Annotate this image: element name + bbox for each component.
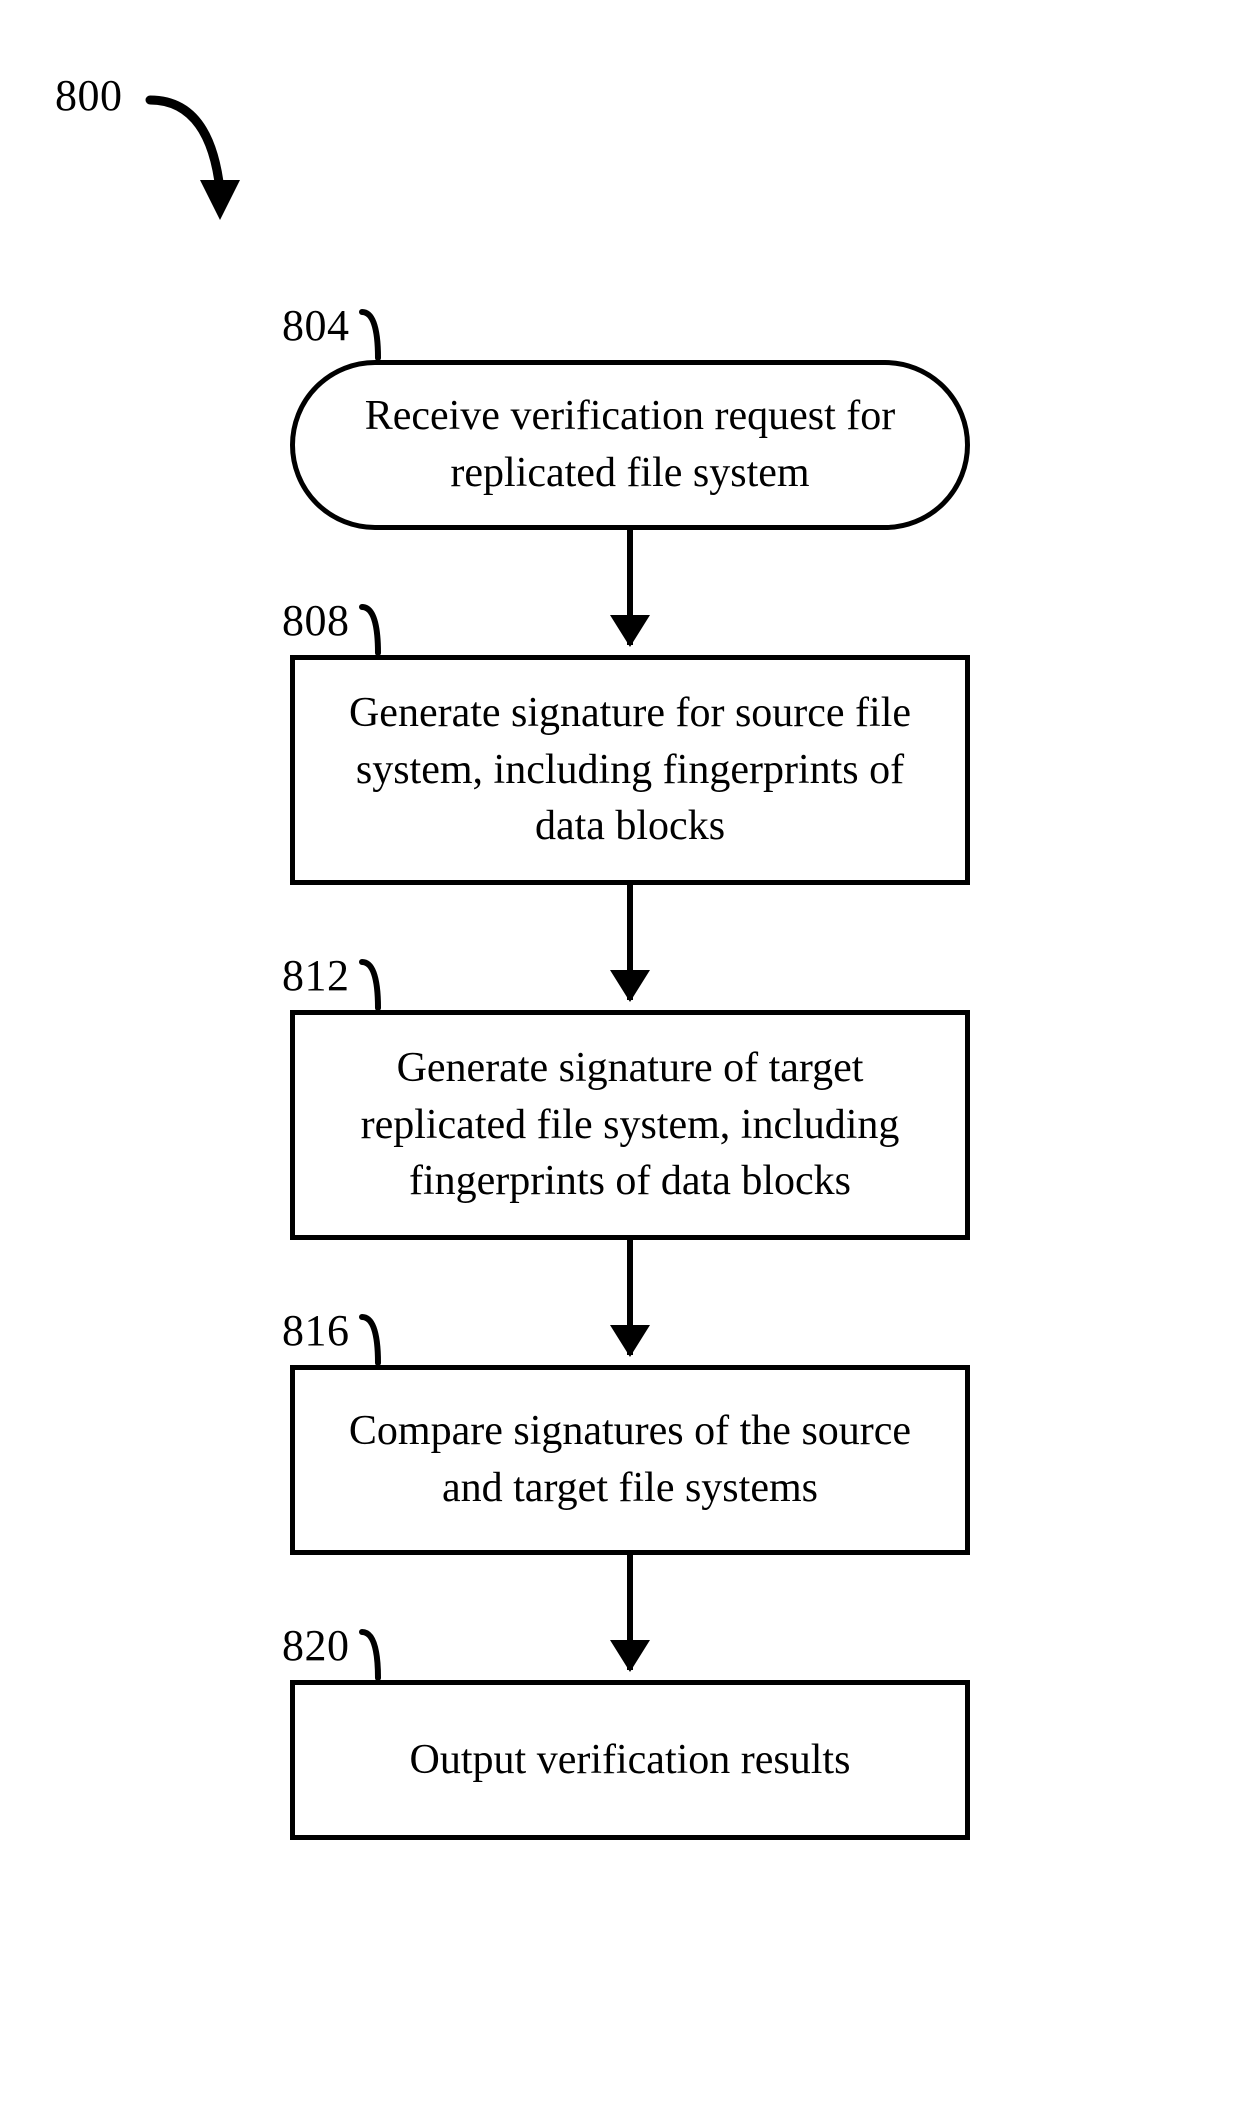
figure-ref-arrow-icon (140, 80, 270, 240)
step-ref-text: 808 (282, 596, 350, 645)
flow-node-process: Compare signatures of the source and tar… (290, 1365, 970, 1555)
flow-node-terminator: Receive verification request for replica… (290, 360, 970, 530)
arrow-icon (627, 1555, 633, 1670)
arrow-icon (627, 885, 633, 1000)
step-ref-text: 804 (282, 301, 350, 350)
step-ref-label: 808 (282, 595, 350, 646)
flow-node-process: Output verification results (290, 1680, 970, 1840)
step-ref-text: 812 (282, 951, 350, 1000)
ref-bracket-icon (358, 1628, 398, 1686)
step-ref-label: 812 (282, 950, 350, 1001)
flow-node-text: Generate signature of target replicated … (325, 1040, 935, 1210)
flow-node-text: Compare signatures of the source and tar… (325, 1403, 935, 1516)
ref-bracket-icon (358, 603, 398, 661)
step-ref-label: 820 (282, 1620, 350, 1671)
flow-node-text: Generate signature for source file syste… (325, 685, 935, 855)
step-ref-text: 820 (282, 1621, 350, 1670)
flow-node-text: Receive verification request for replica… (325, 388, 935, 501)
ref-bracket-icon (358, 958, 398, 1016)
flow-node-text: Output verification results (410, 1732, 851, 1789)
flow-node-process: Generate signature for source file syste… (290, 655, 970, 885)
flow-node-process: Generate signature of target replicated … (290, 1010, 970, 1240)
figure-ref-label: 800 (55, 70, 123, 121)
ref-bracket-icon (358, 308, 398, 366)
ref-bracket-icon (358, 1313, 398, 1371)
figure-ref-text: 800 (55, 71, 123, 120)
step-ref-label: 816 (282, 1305, 350, 1356)
arrow-icon (627, 530, 633, 645)
step-ref-label: 804 (282, 300, 350, 351)
flowchart-canvas: 800 804 Receive verification request for… (0, 0, 1241, 2111)
step-ref-text: 816 (282, 1306, 350, 1355)
arrow-icon (627, 1240, 633, 1355)
